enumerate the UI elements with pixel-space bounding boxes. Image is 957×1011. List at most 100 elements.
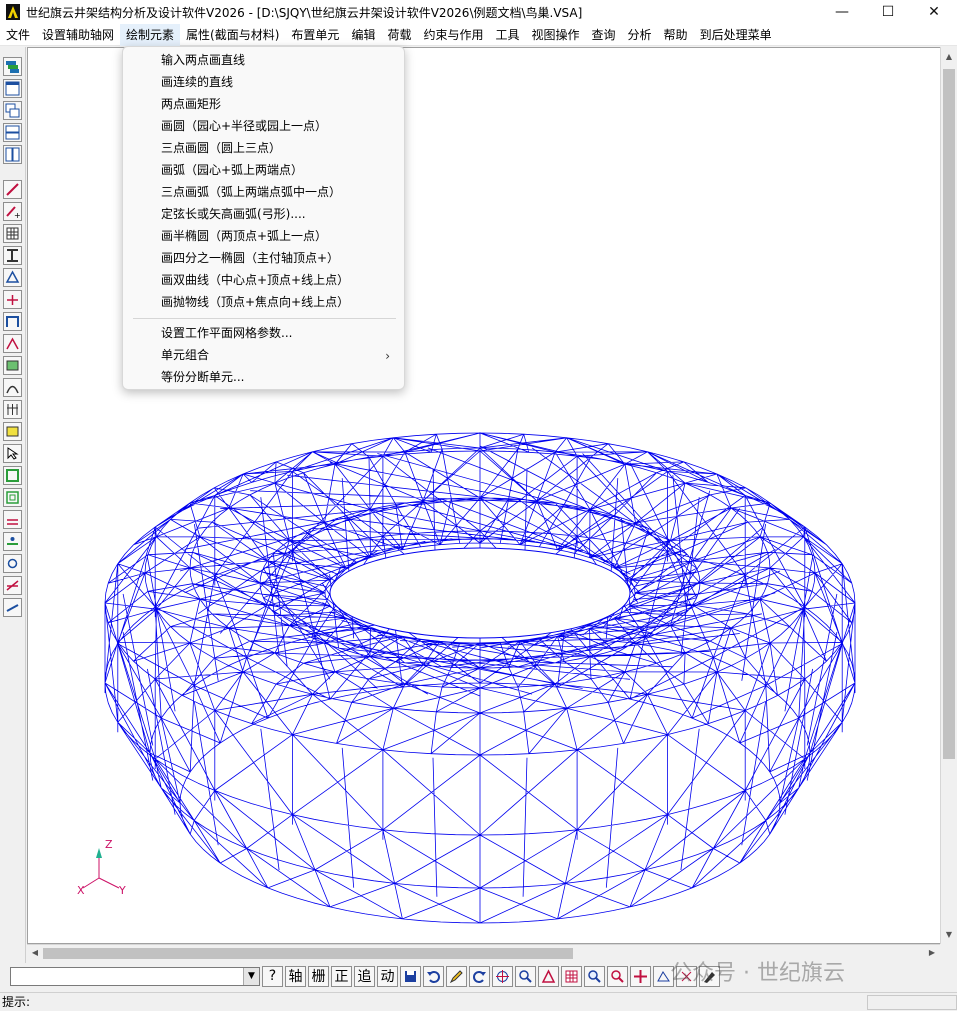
menu-item-arc-three-points[interactable]: 三点画弧（弧上两端点弧中一点） — [161, 181, 341, 203]
menu-separator — [133, 318, 396, 319]
status-prompt: 提示: — [2, 995, 31, 1009]
draw-polyline-icon[interactable]: + — [3, 202, 22, 221]
menu-item-rectangle[interactable]: 两点画矩形 — [161, 93, 221, 115]
level-icon[interactable] — [3, 510, 22, 529]
menu-item-workplane-grid[interactable]: 设置工作平面网格参数... — [161, 322, 292, 344]
zoom-plus-icon[interactable] — [515, 965, 536, 987]
window-icon[interactable] — [3, 79, 22, 98]
grid-snap-button[interactable]: 栅 — [308, 965, 329, 987]
watermark-text: 公众号 · 世纪旗云 — [670, 961, 845, 986]
draw-line-icon[interactable] — [3, 180, 22, 199]
ortho-button[interactable]: 正 — [331, 965, 352, 987]
vertical-scrollbar[interactable]: ▲ ▼ — [940, 47, 957, 944]
split-icon[interactable] — [3, 532, 22, 551]
menu-help[interactable]: 帮助 — [658, 24, 694, 46]
menu-loads[interactable]: 荷载 — [381, 24, 417, 46]
menu-item-element-group[interactable]: 单元组合 — [161, 344, 209, 366]
menu-edit[interactable]: 编辑 — [345, 24, 381, 46]
menu-bar: 文件 设置辅助轴网 绘制元素 属性(截面与材料) 布置单元 编辑 荷载 约束与作… — [0, 23, 957, 46]
window-title: 世纪旗云井架结构分析及设计软件V2026 - [D:\SJQY\世纪旗云井架设计… — [26, 5, 583, 20]
scroll-up-icon[interactable]: ▲ — [941, 49, 957, 65]
tile-horizontal-icon[interactable] — [3, 123, 22, 142]
menu-item-polyline[interactable]: 画连续的直线 — [161, 71, 233, 93]
menu-draw[interactable]: 绘制元素 — [120, 23, 181, 46]
menu-constraints[interactable]: 约束与作用 — [417, 24, 489, 46]
menu-tools[interactable]: 工具 — [489, 24, 525, 46]
menu-item-quarter-ellipse[interactable]: 画四分之一椭圆（主付轴顶点+） — [161, 247, 339, 269]
horizontal-scroll-thumb[interactable] — [43, 948, 573, 959]
close-button[interactable]: ✕ — [911, 0, 957, 24]
menu-item-parabola[interactable]: 画抛物线（顶点+焦点向+线上点） — [161, 291, 349, 313]
menu-item-half-ellipse[interactable]: 画半椭圆（两顶点+弧上一点） — [161, 225, 327, 247]
cascade-icon[interactable] — [3, 101, 22, 120]
scroll-left-icon[interactable]: ◀ — [27, 945, 43, 961]
beam-icon[interactable] — [3, 246, 22, 265]
node-circle-icon[interactable] — [3, 554, 22, 573]
scroll-down-icon[interactable]: ▼ — [941, 927, 957, 943]
stadium-wireframe — [104, 432, 856, 924]
undo-icon[interactable] — [423, 965, 444, 987]
axis-y-label: Y — [119, 884, 126, 897]
menu-item-line-two-points[interactable]: 输入两点画直线 — [161, 49, 245, 71]
menu-item-circle-three-points[interactable]: 三点画圆（圆上三点） — [161, 137, 281, 159]
axis-button[interactable]: 轴 — [285, 965, 306, 987]
command-combobox[interactable]: ▼ — [10, 966, 260, 986]
dimension-icon[interactable] — [3, 598, 22, 617]
svg-text:+: + — [14, 211, 20, 219]
pan-icon[interactable] — [630, 965, 651, 987]
menu-item-hyperbola[interactable]: 画双曲线（中心点+顶点+线上点） — [161, 269, 349, 291]
menu-view[interactable]: 视图操作 — [526, 24, 586, 46]
roof-opening — [329, 547, 631, 639]
combo-dropdown-icon[interactable]: ▼ — [243, 967, 259, 985]
node-icon[interactable] — [3, 290, 22, 309]
vertical-scroll-thumb[interactable] — [943, 69, 955, 759]
grid-icon[interactable] — [3, 224, 22, 243]
menu-postprocess[interactable]: 到后处理菜单 — [694, 24, 778, 46]
support-icon[interactable] — [3, 268, 22, 287]
frame-icon[interactable] — [3, 312, 22, 331]
status-pane — [867, 995, 957, 1010]
title-bar: 世纪旗云井架结构分析及设计软件V2026 - [D:\SJQY\世纪旗云井架设计… — [0, 0, 957, 24]
menu-file[interactable]: 文件 — [0, 24, 36, 46]
pencil-icon[interactable] — [446, 965, 467, 987]
axis-x-label: X — [77, 884, 85, 897]
box-select-icon[interactable] — [3, 466, 22, 485]
inner-box-icon[interactable] — [3, 488, 22, 507]
save-icon[interactable] — [400, 965, 421, 987]
truss-icon[interactable] — [3, 334, 22, 353]
menu-item-circle-center[interactable]: 画圆（园心+半径或园上一点） — [161, 115, 327, 137]
scroll-right-icon[interactable]: ▶ — [924, 945, 940, 961]
menu-item-arc-chord[interactable]: 定弦长或矢高画弧(弓形).... — [161, 203, 306, 225]
column-grid-icon[interactable] — [3, 400, 22, 419]
select-area-icon[interactable] — [3, 422, 22, 441]
tile-vertical-icon[interactable] — [3, 145, 22, 164]
menu-properties[interactable]: 属性(截面与材料) — [180, 24, 285, 46]
menu-item-divide-elements[interactable]: 等份分断单元... — [161, 366, 244, 388]
plate-icon[interactable] — [3, 356, 22, 375]
menu-query[interactable]: 查询 — [586, 24, 622, 46]
axis-triad: Z X Y — [71, 836, 141, 901]
menu-item-arc-center[interactable]: 画弧（园心+弧上两端点） — [161, 159, 303, 181]
minimize-button[interactable]: — — [819, 0, 865, 24]
arch-icon[interactable] — [3, 378, 22, 397]
zoom-icon[interactable] — [584, 965, 605, 987]
track-button[interactable]: 追 — [354, 965, 375, 987]
maximize-button[interactable]: ☐ — [865, 0, 911, 24]
help-button[interactable]: ? — [262, 965, 283, 987]
menu-analysis[interactable]: 分析 — [622, 24, 658, 46]
draw-elements-menu: 输入两点画直线 画连续的直线 两点画矩形 画圆（园心+半径或园上一点） 三点画圆… — [122, 46, 405, 390]
intersect-icon[interactable] — [3, 576, 22, 595]
dynamic-button[interactable]: 动 — [377, 965, 398, 987]
layers-icon[interactable] — [3, 57, 22, 76]
triangle-icon[interactable] — [538, 965, 559, 987]
menu-grid[interactable]: 设置辅助轴网 — [36, 24, 120, 46]
redo-icon[interactable] — [469, 965, 490, 987]
submenu-arrow-icon: › — [385, 349, 390, 363]
table-icon[interactable] — [561, 965, 582, 987]
pointer-icon[interactable] — [3, 444, 22, 463]
menu-place-elements[interactable]: 布置单元 — [285, 24, 345, 46]
app-logo-icon — [6, 4, 20, 20]
zoom-window-icon[interactable] — [607, 965, 628, 987]
left-toolbar: + — [0, 47, 26, 967]
rotate-view-icon[interactable] — [492, 965, 513, 987]
